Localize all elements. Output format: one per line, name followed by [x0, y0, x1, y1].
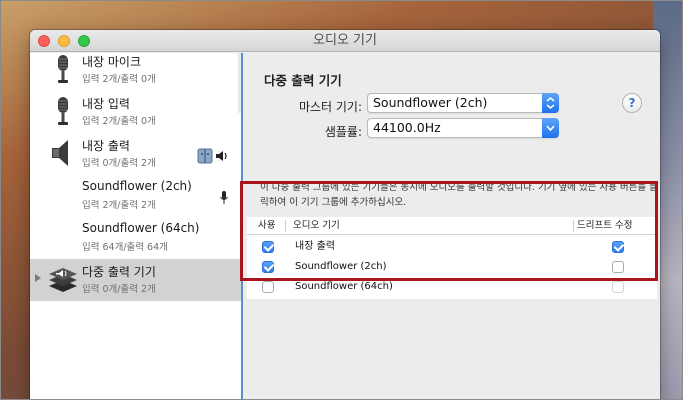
- table-row[interactable]: Soundflower (2ch): [247, 257, 657, 277]
- drift-checkbox[interactable]: [612, 261, 624, 273]
- device-channels: 입력 0개/출력 2개: [82, 158, 156, 169]
- drift-checkbox[interactable]: [612, 241, 624, 253]
- master-device-popup[interactable]: Soundflower (2ch): [367, 93, 559, 113]
- zoom-button[interactable]: [78, 35, 90, 47]
- device-channels: 입력 2개/출력 2개: [82, 200, 156, 211]
- column-drift[interactable]: 드리프트 수정: [577, 217, 632, 235]
- device-detail-panel: 다중 출력 기기 마스터 기기: Soundflower (2ch) ? 샘플률…: [242, 53, 660, 400]
- use-checkbox[interactable]: [262, 281, 274, 293]
- help-button[interactable]: ?: [622, 93, 642, 113]
- use-checkbox[interactable]: [262, 241, 274, 253]
- device-name: 내장 입력: [82, 97, 130, 111]
- sample-rate-popup[interactable]: 44100.0Hz: [367, 118, 559, 138]
- popup-arrows-icon: [542, 93, 559, 113]
- microphone-icon: [58, 55, 68, 83]
- device-item-built-in-input[interactable]: 내장 입력 입력 2개/출력 0개: [30, 91, 241, 133]
- finder-icon: [197, 148, 213, 164]
- device-channels: 입력 0개/출력 2개: [82, 284, 156, 295]
- device-name: 내장 마이크: [82, 55, 142, 69]
- audio-devices-window: 오디오 기기 내장 마이크 입력 2개/출력 0개 내장 입력 입력 2개/출력…: [30, 30, 660, 400]
- row-device-name: 내장 출력: [295, 241, 335, 252]
- use-checkbox[interactable]: [262, 261, 274, 273]
- microphone-input-icon: [220, 191, 228, 204]
- device-badges: [197, 148, 229, 164]
- row-device-name: Soundflower (64ch): [295, 281, 393, 292]
- table-header: 사용 오디오 기기 드리프트 수정: [247, 217, 657, 235]
- column-device[interactable]: 오디오 기기: [293, 217, 340, 235]
- chevron-down-icon: [542, 118, 559, 138]
- device-name: 내장 출력: [82, 139, 130, 153]
- minimize-button[interactable]: [58, 35, 70, 47]
- device-channels: 입력 2개/출력 0개: [82, 74, 156, 85]
- master-device-value: Soundflower (2ch): [373, 95, 488, 110]
- sample-rate-label: 샘플률:: [324, 125, 362, 139]
- device-channels: 입력 64개/출력 64개: [82, 242, 168, 253]
- device-list[interactable]: 내장 마이크 입력 2개/출력 0개 내장 입력 입력 2개/출력 0개 내장 …: [30, 53, 242, 400]
- device-item-built-in-microphone[interactable]: 내장 마이크 입력 2개/출력 0개: [30, 49, 241, 91]
- disclosure-triangle-icon[interactable]: [35, 274, 41, 282]
- speaker-icon: [52, 140, 68, 166]
- device-name: Soundflower (64ch): [82, 221, 200, 235]
- window-title: 오디오 기기: [313, 33, 377, 48]
- multi-output-icon: [49, 268, 77, 292]
- device-item-soundflower-2ch[interactable]: Soundflower (2ch) 입력 2개/출력 2개: [30, 175, 241, 217]
- device-badges: [219, 190, 229, 206]
- sample-rate-value: 44100.0Hz: [373, 120, 441, 135]
- device-table: 사용 오디오 기기 드리프트 수정 내장 출력 Soundflower (2ch…: [247, 217, 657, 299]
- speaker-output-icon: [216, 151, 227, 161]
- table-row[interactable]: 내장 출력: [247, 237, 657, 257]
- master-device-label: 마스터 기기:: [298, 100, 362, 114]
- section-title: 다중 출력 기기: [264, 73, 342, 88]
- device-item-built-in-output[interactable]: 내장 출력 입력 0개/출력 2개: [30, 133, 241, 175]
- device-name: Soundflower (2ch): [82, 179, 192, 193]
- device-name: 다중 출력 기기: [82, 265, 156, 279]
- drift-checkbox: [612, 281, 624, 293]
- column-use[interactable]: 사용: [258, 217, 275, 235]
- row-device-name: Soundflower (2ch): [295, 261, 387, 272]
- device-item-soundflower-64ch[interactable]: Soundflower (64ch) 입력 64개/출력 64개: [30, 217, 241, 259]
- device-item-multi-output[interactable]: 다중 출력 기기 입력 0개/출력 2개: [30, 259, 241, 301]
- focus-divider: [241, 53, 243, 400]
- microphone-icon: [58, 97, 68, 125]
- device-channels: 입력 2개/출력 0개: [82, 116, 156, 127]
- window-controls: [38, 35, 90, 47]
- table-row[interactable]: Soundflower (64ch): [247, 277, 657, 297]
- close-button[interactable]: [38, 35, 50, 47]
- description-text: 이 다중 출력 그룹에 있는 기기들은 동시에 오디오를 출력할 것입니다. 기…: [260, 182, 658, 208]
